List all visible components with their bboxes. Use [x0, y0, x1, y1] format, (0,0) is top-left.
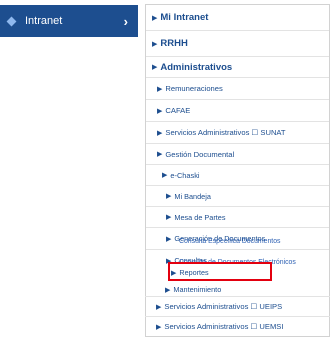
arrow-right-icon: ▶ — [157, 129, 163, 137]
arrow-right-icon: ▶ — [162, 172, 168, 179]
arrow-right-icon: ▶ — [157, 151, 163, 158]
menu-item-mi-intranet[interactable]: ▶ Mi Intranet — [146, 5, 329, 31]
menu-item-servicios-sunat[interactable]: ▶ Servicios Administrativos ☐ SUNAT — [146, 122, 329, 144]
arrow-right-icon: ▶ — [165, 286, 171, 294]
sidebar-item-intranet[interactable]: Intranet › — [0, 5, 138, 37]
menu-item-e-chaski[interactable]: ▶ e-Chaski — [146, 165, 329, 186]
arrow-right-icon: ▶ — [166, 193, 172, 200]
arrow-right-icon: ▶ — [152, 64, 158, 71]
arrow-right-icon: ▶ — [152, 40, 158, 48]
menu-item-gestion-documental[interactable]: ▶ Gestión Documental — [146, 144, 329, 165]
chevron-right-icon: › — [123, 13, 128, 29]
menu-item-administrativos[interactable]: ▶ Administrativos — [146, 57, 329, 78]
menu-item-mesa-de-partes[interactable]: ▶ Mesa de Partes — [146, 207, 329, 228]
diamond-bullet-icon — [6, 16, 17, 26]
sidebar-item-label: Intranet — [25, 15, 63, 27]
arrow-right-icon: ▶ — [156, 323, 162, 331]
arrow-right-icon: ▶ — [156, 303, 162, 311]
menu-item-rrhh[interactable]: ▶ RRHH — [146, 31, 329, 57]
arrow-right-icon: ▶ — [166, 214, 172, 221]
menu-item-cafae[interactable]: ▶ CAFAE — [146, 100, 329, 122]
menu-item-remuneraciones[interactable]: ▶ Remuneraciones — [146, 78, 329, 100]
menu-item-servicios-uemsi[interactable]: ▶ Servicios Administrativos ☐ UEMSI — [145, 317, 330, 336]
arrow-right-icon: ▶ — [157, 85, 163, 93]
link-consulta-especifica[interactable]: Consulta Específica Documentos — [145, 232, 330, 251]
arrow-right-icon: ▶ — [157, 107, 163, 115]
arrow-right-icon: ▶ — [171, 269, 177, 277]
menu-item-mantenimiento[interactable]: ▶ Mantenimiento — [145, 283, 330, 297]
menu-item-servicios-ueips[interactable]: ▶ Servicios Administrativos ☐ UEIPS — [145, 297, 330, 317]
menu-item-reportes[interactable]: ▶ Reportes — [145, 262, 330, 283]
menu-item-mi-bandeja[interactable]: ▶ Mi Bandeja — [146, 186, 329, 207]
arrow-right-icon: ▶ — [152, 14, 158, 22]
